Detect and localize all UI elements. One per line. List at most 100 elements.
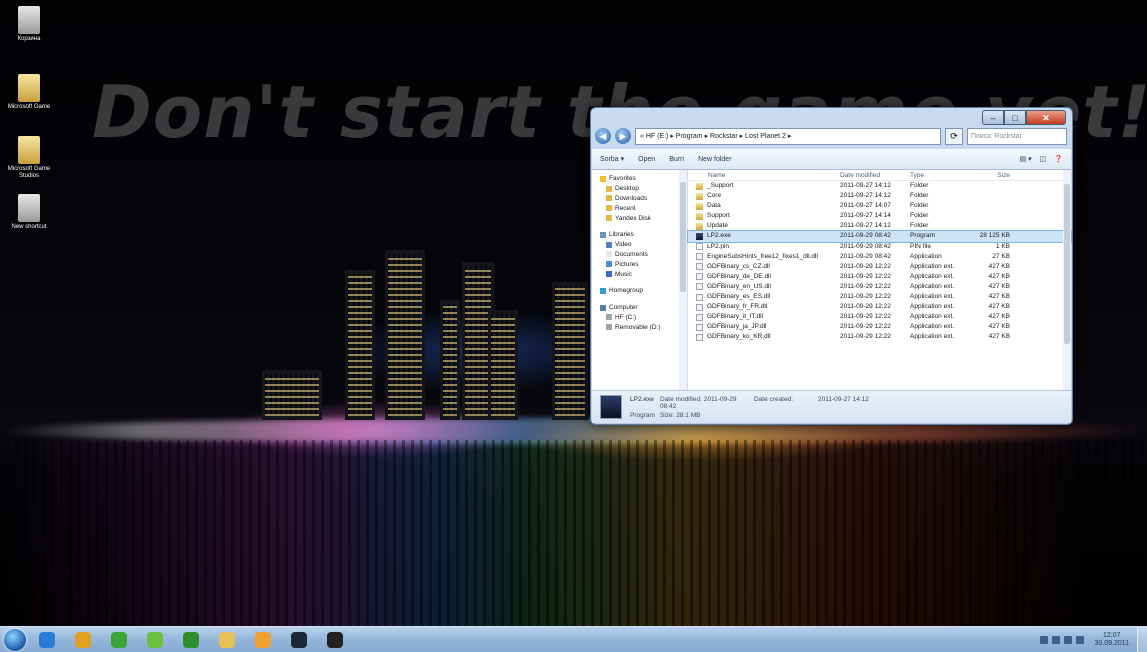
file-icon bbox=[696, 313, 703, 321]
file-row[interactable]: _Support 2011-09-27 14:12 Folder bbox=[688, 181, 1071, 191]
file-type: Application ext. bbox=[910, 293, 955, 301]
file-type: Folder bbox=[910, 222, 929, 230]
clock-time: 12:07 bbox=[1102, 631, 1121, 639]
file-row[interactable]: GDFBinary_fr_FR.dll 2011-09-29 12:22 Appli… bbox=[688, 302, 1071, 312]
back-arrow-icon[interactable]: ◀ bbox=[595, 128, 611, 144]
nav-item-label: Pictures bbox=[615, 260, 639, 268]
volume-icon[interactable] bbox=[1064, 635, 1073, 644]
taskbar-app-button[interactable] bbox=[32, 629, 62, 651]
file-row[interactable]: GDFBinary_ko_KR.dll 2011-09-29 12:22 Appli… bbox=[688, 332, 1071, 342]
nav-item-label: Favorites bbox=[609, 175, 636, 183]
minimize-button[interactable]: – bbox=[982, 110, 1004, 125]
nav-item[interactable]: Downloads bbox=[592, 194, 687, 204]
taskbar-app-button[interactable] bbox=[248, 629, 278, 651]
file-row[interactable]: GDFBinary_cs_CZ.dll 2011-09-29 12:22 Appli… bbox=[688, 262, 1071, 272]
taskbar-app-button[interactable] bbox=[284, 629, 314, 651]
file-date: 2011-09-29 12:22 bbox=[840, 303, 891, 311]
refresh-icon[interactable]: ⟳ bbox=[945, 127, 963, 145]
network-icon[interactable] bbox=[1052, 635, 1061, 644]
nav-item[interactable]: Desktop bbox=[592, 184, 687, 194]
application-icon bbox=[696, 233, 703, 241]
nav-item-label: Removable (D:) bbox=[615, 323, 661, 331]
system-tray: 12:07 30.09.2011 bbox=[1040, 632, 1137, 648]
open-button[interactable]: Open bbox=[638, 156, 655, 163]
new-folder-button[interactable]: New folder bbox=[698, 156, 731, 163]
file-row[interactable]: LP2.pin 2011-09-29 08:42 PIN file 1 KB bbox=[688, 242, 1071, 252]
nav-item[interactable]: Documents bbox=[592, 250, 687, 260]
file-row[interactable]: GDFBinary_ja_JP.dll 2011-09-29 12:22 Appli… bbox=[688, 322, 1071, 332]
nav-scrollbar[interactable] bbox=[679, 170, 687, 390]
file-row[interactable]: EngineSubsHints_free12_fixes1_dll.dll 201… bbox=[688, 252, 1071, 262]
nav-item[interactable]: Computer bbox=[592, 303, 687, 313]
nav-item[interactable]: Libraries bbox=[592, 230, 687, 240]
file-row[interactable]: GDFBinary_en_US.dll 2011-09-29 12:22 Appli… bbox=[688, 282, 1071, 292]
nav-item-label: Documents bbox=[615, 250, 648, 258]
file-list-scrollbar[interactable] bbox=[1063, 170, 1071, 390]
maximize-button[interactable]: □ bbox=[1004, 110, 1026, 125]
nav-item[interactable]: Video bbox=[592, 240, 687, 250]
desktop-icon-microsoft-game[interactable]: Microsoft Game bbox=[4, 74, 54, 111]
folder-icon bbox=[606, 195, 612, 202]
desktop-icon-recycle-bin[interactable]: Корзина bbox=[4, 6, 54, 43]
forward-arrow-icon[interactable]: ▶ bbox=[615, 128, 631, 144]
file-row[interactable]: Support 2011-09-27 14:14 Folder bbox=[688, 211, 1071, 221]
views-button[interactable]: ▤ ▾ bbox=[1020, 155, 1032, 163]
column-name[interactable]: Name bbox=[688, 170, 840, 180]
taskbar-app-button[interactable] bbox=[68, 629, 98, 651]
file-list[interactable]: Name Date modified Type Size _Support 201… bbox=[687, 170, 1072, 390]
clock[interactable]: 12:07 30.09.2011 bbox=[1094, 632, 1129, 648]
file-type: Application ext. bbox=[910, 282, 955, 290]
organize-button[interactable]: Sorba ▾ bbox=[600, 155, 624, 163]
column-size[interactable]: Size bbox=[972, 170, 1032, 180]
taskbar-app-button[interactable] bbox=[176, 629, 206, 651]
taskbar-app-button[interactable] bbox=[104, 629, 134, 651]
search-input[interactable]: Поиск: Rockstar bbox=[967, 127, 1067, 145]
file-row[interactable]: LP2.exe 2011-09-29 08:42 Program 28 125 KB bbox=[687, 230, 1072, 243]
skyscraper bbox=[385, 250, 425, 420]
address-bar[interactable]: « HF (E:) ▸ Program ▸ Rockstar ▸ Lost Pl… bbox=[635, 127, 941, 145]
tray-arrow-icon[interactable] bbox=[1040, 635, 1049, 644]
details-filename: LP2.exe bbox=[630, 395, 654, 403]
navigation-pane[interactable]: Favorites Desktop Downloads Recent Yandex Di… bbox=[592, 170, 688, 390]
show-desktop-button[interactable] bbox=[1137, 626, 1147, 652]
file-icon bbox=[696, 253, 703, 261]
file-type: Application ext. bbox=[910, 262, 955, 270]
close-button[interactable]: ✕ bbox=[1026, 110, 1066, 125]
file-type: Folder bbox=[910, 212, 929, 220]
file-row[interactable]: GDFBinary_de_DE.dll 2011-09-29 12:22 Appli… bbox=[688, 272, 1071, 282]
column-type[interactable]: Type bbox=[910, 170, 972, 180]
file-icon bbox=[696, 283, 703, 291]
help-icon[interactable]: ❓ bbox=[1054, 155, 1063, 163]
nav-item[interactable]: HF (C:) bbox=[592, 313, 687, 323]
nav-item[interactable]: Pictures bbox=[592, 259, 687, 269]
file-rows: _Support 2011-09-27 14:12 Folder Core 2011-0… bbox=[687, 181, 1072, 343]
preview-pane-button[interactable]: ◫ bbox=[1040, 155, 1047, 163]
nav-item[interactable]: Favorites bbox=[592, 174, 687, 184]
start-button[interactable] bbox=[4, 628, 26, 651]
desktop-icon-microsoft-game-studios[interactable]: Microsoft Game Studios bbox=[4, 136, 54, 180]
nav-item[interactable]: Yandex Disk bbox=[592, 213, 687, 223]
details-size: Size: 28.1 MB bbox=[660, 411, 701, 419]
taskbar-app-button[interactable] bbox=[140, 629, 170, 651]
flag-icon[interactable] bbox=[1076, 635, 1085, 644]
burn-button[interactable]: Burn bbox=[669, 156, 684, 163]
nav-item[interactable]: Homegroup bbox=[592, 286, 687, 296]
column-date[interactable]: Date modified bbox=[840, 170, 910, 180]
nav-item[interactable]: Removable (D:) bbox=[592, 322, 687, 332]
file-name: GDFBinary_en_US.dll bbox=[688, 282, 840, 292]
desktop-icon-shortcut[interactable]: New shortcut bbox=[4, 194, 54, 231]
file-icon bbox=[696, 333, 703, 341]
nav-item[interactable]: Music bbox=[592, 269, 687, 279]
file-row[interactable]: Core 2011-09-27 14:12 Folder bbox=[688, 191, 1071, 201]
taskbar-app-button[interactable] bbox=[320, 629, 350, 651]
explorer-icon bbox=[219, 631, 235, 648]
explorer-window[interactable]: – □ ✕ ◀ ▶ « HF (E:) ▸ Program ▸ Rockstar… bbox=[590, 107, 1073, 425]
nav-item[interactable]: Recent bbox=[592, 203, 687, 213]
taskbar-app-button[interactable] bbox=[212, 629, 242, 651]
file-row[interactable]: Data 2011-09-27 14:07 Folder bbox=[688, 201, 1071, 211]
file-row[interactable]: GDFBinary_es_ES.dll 2011-09-29 12:22 Appli… bbox=[688, 292, 1071, 302]
file-row[interactable]: Update 2011-09-27 14:12 Folder bbox=[688, 221, 1071, 231]
nav-item-label: HF (C:) bbox=[615, 313, 637, 321]
file-row[interactable]: GDFBinary_it_IT.dll 2011-09-29 12:22 Appli… bbox=[688, 312, 1071, 322]
